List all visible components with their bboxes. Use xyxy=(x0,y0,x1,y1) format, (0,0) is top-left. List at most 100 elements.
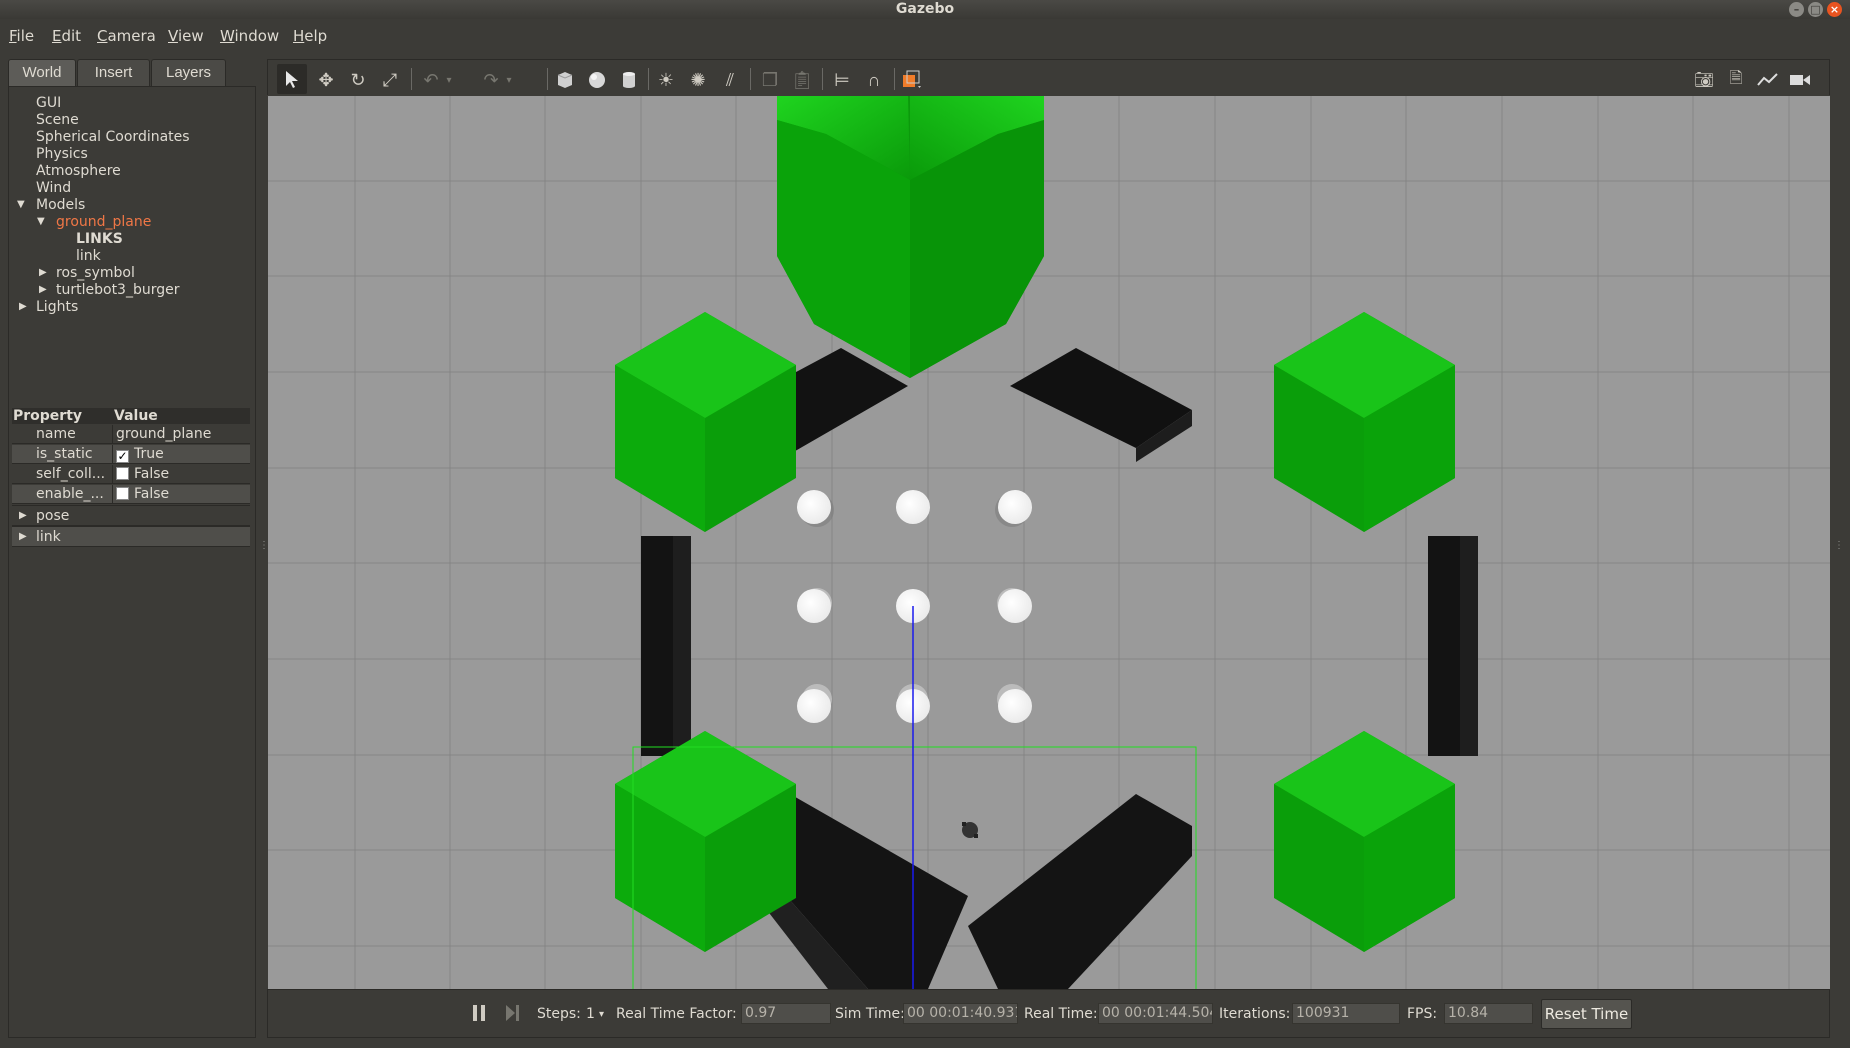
turtlebot-model xyxy=(962,822,978,838)
top-green-cube xyxy=(777,96,1044,378)
menu-file[interactable]: File xyxy=(9,27,34,45)
sim-time-field: 00 00:01:40.931 xyxy=(903,1003,1018,1024)
point-light-icon[interactable]: ☀ xyxy=(654,69,678,91)
property-row-enable-wind[interactable]: enable_... False xyxy=(12,485,250,504)
redo-icon[interactable]: ↷ xyxy=(479,69,503,91)
align-icon[interactable]: ⊨ xyxy=(830,69,854,91)
tree-item-scene[interactable]: Scene xyxy=(36,112,79,129)
menu-view[interactable]: View xyxy=(168,27,204,45)
right-panel-collapse-handle[interactable]: ⋮ xyxy=(1834,540,1844,551)
menu-help[interactable]: Help xyxy=(293,27,327,45)
property-key: name xyxy=(36,426,76,442)
log-icon[interactable]: 🗎 xyxy=(1724,69,1748,91)
step-icon[interactable] xyxy=(504,1004,520,1022)
tree-item-lights[interactable]: Lights xyxy=(36,299,78,316)
property-value: False xyxy=(134,466,170,482)
sphere-icon[interactable] xyxy=(585,69,609,91)
scale-mode-icon[interactable]: ⤢ xyxy=(378,69,402,91)
tree-item-gui[interactable]: GUI xyxy=(36,95,61,112)
status-bar: Steps: 1 ▾ Real Time Factor: 0.97 Sim Ti… xyxy=(267,989,1830,1038)
property-value: ground_plane xyxy=(116,426,212,442)
plot-icon[interactable] xyxy=(1756,69,1780,91)
checkbox-unchecked-icon[interactable] xyxy=(116,467,129,480)
menu-window[interactable]: Window xyxy=(220,27,279,45)
fps-label: FPS: xyxy=(1407,1006,1438,1022)
property-group-label: link xyxy=(36,529,61,545)
value-column-header: Value xyxy=(114,408,158,424)
tree-item-ground-plane[interactable]: ground_plane xyxy=(56,214,151,231)
expanded-arrow-icon[interactable]: ▼ xyxy=(17,199,25,210)
spot-light-icon[interactable]: ✺ xyxy=(686,69,710,91)
tree-item-turtlebot3-burger[interactable]: turtlebot3_burger xyxy=(56,282,179,299)
toolbar: ✥ ↻ ⤢ ↶ ▾ ↷ ▾ ☀ ✺ ⫽ ❐ 📋︎ ⊨ ∩ 📷︎ 🗎 xyxy=(267,59,1830,95)
property-column-header: Property xyxy=(13,408,83,424)
real-time-label: Real Time: xyxy=(1024,1006,1098,1022)
reset-time-button[interactable]: Reset Time xyxy=(1541,999,1632,1029)
tree-item-link[interactable]: link xyxy=(76,248,101,265)
iterations-label: Iterations: xyxy=(1219,1006,1291,1022)
select-mode-icon[interactable] xyxy=(277,64,307,94)
menu-camera[interactable]: Camera xyxy=(97,27,156,45)
collapsed-arrow-icon: ▶ xyxy=(19,510,27,521)
property-group-pose[interactable]: ▶ pose xyxy=(12,505,250,526)
window-title: Gazebo xyxy=(895,1,955,17)
property-key: enable_... xyxy=(36,486,104,502)
checkbox-unchecked-icon[interactable] xyxy=(116,487,129,500)
close-button[interactable]: × xyxy=(1827,2,1842,17)
world-panel: GUI Scene Spherical Coordinates Physics … xyxy=(8,86,256,1038)
screenshot-icon[interactable]: 📷︎ xyxy=(1692,69,1716,91)
3d-viewport[interactable] xyxy=(268,96,1830,989)
title-bar: Gazebo – □ × xyxy=(0,0,1850,19)
pause-icon[interactable] xyxy=(471,1004,487,1022)
maximize-button[interactable]: □ xyxy=(1808,2,1823,17)
collapsed-arrow-icon[interactable]: ▶ xyxy=(39,284,47,295)
directional-light-icon[interactable]: ⫽ xyxy=(718,69,742,91)
rotate-mode-icon[interactable]: ↻ xyxy=(346,69,370,91)
paste-icon[interactable]: 📋︎ xyxy=(790,69,814,91)
sim-time-label: Sim Time: xyxy=(835,1006,905,1022)
undo-dropdown-icon[interactable]: ▾ xyxy=(443,69,455,91)
left-lower-green-cube xyxy=(615,731,796,952)
redo-dropdown-icon[interactable]: ▾ xyxy=(503,69,515,91)
property-row-is-static[interactable]: is_static ✓ True xyxy=(12,445,250,464)
tab-world[interactable]: World xyxy=(8,59,76,87)
tree-item-atmosphere[interactable]: Atmosphere xyxy=(36,163,121,180)
right-upper-green-cube xyxy=(1274,312,1455,532)
undo-icon[interactable]: ↶ xyxy=(419,69,443,91)
collapsed-arrow-icon[interactable]: ▶ xyxy=(19,301,27,312)
expanded-arrow-icon[interactable]: ▼ xyxy=(37,216,45,227)
minimize-button[interactable]: – xyxy=(1789,2,1804,17)
tree-item-spherical-coordinates[interactable]: Spherical Coordinates xyxy=(36,129,190,146)
collapsed-arrow-icon[interactable]: ▶ xyxy=(39,267,47,278)
ground-grid xyxy=(268,96,1830,989)
tab-insert[interactable]: Insert xyxy=(77,59,150,86)
property-group-label: pose xyxy=(36,508,70,524)
property-value: True xyxy=(134,446,164,462)
real-time-field: 00 00:01:44.504 xyxy=(1098,1003,1213,1024)
menu-edit[interactable]: Edit xyxy=(52,27,81,45)
property-header: Property Value xyxy=(12,408,250,424)
steps-dropdown-icon[interactable]: ▾ xyxy=(599,1009,604,1020)
tree-item-physics[interactable]: Physics xyxy=(36,146,88,163)
copy-icon[interactable]: ❐ xyxy=(758,69,782,91)
iterations-field: 100931 xyxy=(1292,1003,1400,1024)
checkbox-checked-icon[interactable]: ✓ xyxy=(116,450,129,463)
scene-render[interactable] xyxy=(268,96,1830,989)
tree-item-models[interactable]: Models xyxy=(36,197,85,214)
translate-mode-icon[interactable]: ✥ xyxy=(314,69,338,91)
real-time-factor-label: Real Time Factor: xyxy=(616,1006,737,1022)
tree-item-wind[interactable]: Wind xyxy=(36,180,71,197)
record-video-icon[interactable] xyxy=(1788,69,1812,91)
property-group-link[interactable]: ▶ link xyxy=(12,526,250,547)
steps-label: Steps: xyxy=(537,1006,581,1022)
view-angle-icon[interactable] xyxy=(900,69,924,91)
box-icon[interactable] xyxy=(553,69,577,91)
property-row-self-collide[interactable]: self_coll... False xyxy=(12,465,250,484)
tree-item-ros-symbol[interactable]: ros_symbol xyxy=(56,265,135,282)
tab-layers[interactable]: Layers xyxy=(151,59,226,86)
snap-icon[interactable]: ∩ xyxy=(862,69,886,91)
menu-bar: File Edit Camera View Window Help xyxy=(0,19,1850,54)
steps-value[interactable]: 1 xyxy=(586,1006,595,1022)
property-row-name[interactable]: name ground_plane xyxy=(12,425,250,444)
cylinder-icon[interactable] xyxy=(617,69,641,91)
